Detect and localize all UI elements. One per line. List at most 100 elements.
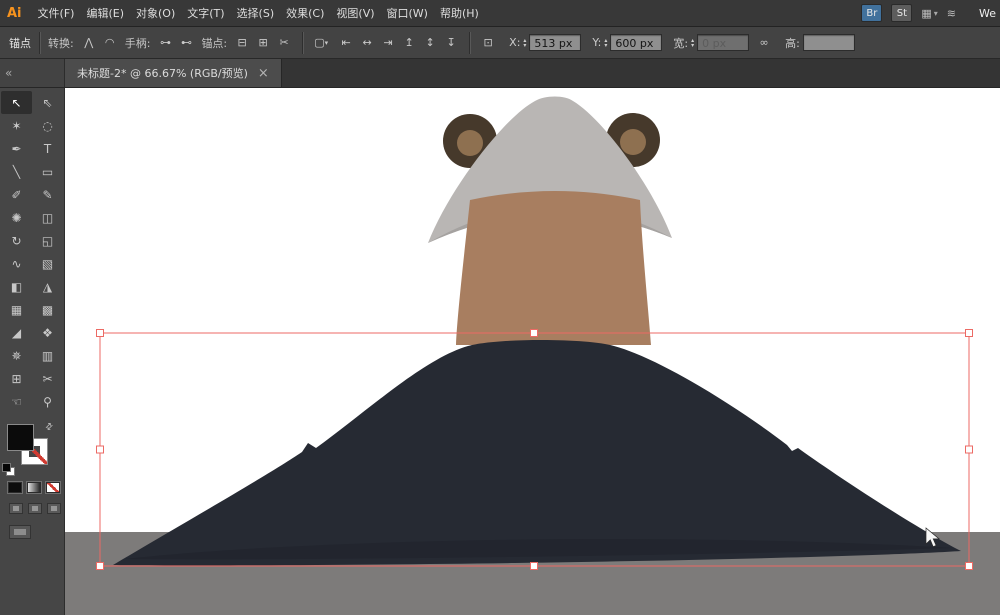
horizontal-align-right-icon[interactable]: ⇥: [378, 33, 398, 53]
tool-glyph: ◮: [43, 280, 52, 294]
slice-tool[interactable]: ✂: [32, 367, 63, 390]
selection-tool[interactable]: ↖: [1, 91, 32, 114]
pencil-tool[interactable]: ✎: [32, 183, 63, 206]
shape-builder-tool[interactable]: ◧: [1, 275, 32, 298]
drawing-mode-buttons: [0, 503, 64, 514]
fill-swatch[interactable]: [7, 424, 34, 451]
free-transform-tool[interactable]: ▧: [32, 252, 63, 275]
scale-tool[interactable]: ◱: [32, 229, 63, 252]
paintbrush-tool[interactable]: ✐: [1, 183, 32, 206]
selection-handle-mid-left[interactable]: [97, 446, 104, 453]
right-ear-inner-shape[interactable]: [620, 129, 646, 155]
selection-handle-top-right[interactable]: [966, 330, 973, 337]
width-tool[interactable]: ∿: [1, 252, 32, 275]
x-stepper[interactable]: ▴▾: [523, 38, 526, 48]
selection-handle-bottom-right[interactable]: [966, 563, 973, 570]
arrange-documents-icon[interactable]: ≋: [947, 7, 956, 20]
menu-item[interactable]: 窗口(W): [381, 0, 434, 27]
menu-item[interactable]: 选择(S): [231, 0, 281, 27]
stepper-down-icon[interactable]: ▾: [523, 43, 526, 48]
chevron-down-icon: ▾: [325, 39, 329, 47]
close-tab-icon[interactable]: ×: [258, 67, 269, 80]
screen-mode-button[interactable]: [9, 525, 31, 539]
blob-brush-tool[interactable]: ✺: [1, 206, 32, 229]
bridge-button[interactable]: Br: [861, 4, 882, 22]
line-segment-tool[interactable]: ╲: [1, 160, 32, 183]
horizontal-align-center-icon[interactable]: ↔: [357, 33, 377, 53]
rotate-tool[interactable]: ↻: [1, 229, 32, 252]
none-button[interactable]: [45, 481, 61, 494]
menu-item[interactable]: 帮助(H): [434, 0, 485, 27]
gradient-button[interactable]: [26, 481, 42, 494]
magic-wand-tool[interactable]: ✶: [1, 114, 32, 137]
menu-item[interactable]: 文字(T): [181, 0, 230, 27]
tool-glyph: ∿: [11, 257, 21, 271]
draw-normal-button[interactable]: [9, 503, 23, 514]
rectangle-tool[interactable]: ▭: [32, 160, 63, 183]
y-label: Y:: [592, 36, 601, 49]
show-handles-icon[interactable]: ⊶: [155, 33, 175, 53]
swap-fill-stroke-icon[interactable]: ⇄: [44, 421, 56, 433]
mesh-tool[interactable]: ▦: [1, 298, 32, 321]
stock-button[interactable]: St: [891, 4, 912, 22]
hand-tool[interactable]: ☜: [1, 390, 32, 413]
separator: [302, 32, 303, 54]
cut-path-icon[interactable]: ✂: [274, 33, 294, 53]
y-stepper[interactable]: ▴▾: [604, 38, 607, 48]
menu-item[interactable]: 视图(V): [330, 0, 380, 27]
workspace-name[interactable]: We: [979, 7, 996, 20]
y-input[interactable]: 600 px: [610, 34, 662, 51]
lasso-tool[interactable]: ◌: [32, 114, 63, 137]
neck-shape[interactable]: [456, 191, 651, 345]
width-input[interactable]: 0 px: [697, 34, 749, 51]
selection-handle-top-left[interactable]: [97, 330, 104, 337]
hide-handles-icon[interactable]: ⊷: [176, 33, 196, 53]
default-fill-stroke-icon[interactable]: [2, 463, 15, 474]
height-input[interactable]: [803, 34, 855, 51]
perspective-grid-tool[interactable]: ◮: [32, 275, 63, 298]
symbol-sprayer-tool[interactable]: ✵: [1, 344, 32, 367]
link-dimensions-icon[interactable]: ∞: [754, 33, 774, 53]
vertical-align-middle-icon[interactable]: ↕: [420, 33, 440, 53]
blend-tool[interactable]: ❖: [32, 321, 63, 344]
isolate-icon[interactable]: ▢▾: [311, 33, 331, 53]
context-label: 锚点: [9, 35, 31, 51]
selection-handle-mid-right[interactable]: [966, 446, 973, 453]
selection-handle-bottom-left[interactable]: [97, 563, 104, 570]
column-graph-tool[interactable]: ▥: [32, 344, 63, 367]
stepper-down-icon[interactable]: ▾: [604, 43, 607, 48]
selection-handle-top-center[interactable]: [531, 330, 538, 337]
draw-inside-button[interactable]: [47, 503, 61, 514]
gradient-tool[interactable]: ▩: [32, 298, 63, 321]
menu-item[interactable]: 文件(F): [32, 0, 81, 27]
collapse-panel-icon[interactable]: «: [5, 66, 12, 80]
vertical-align-top-icon[interactable]: ↥: [399, 33, 419, 53]
delete-anchor-icon[interactable]: ⊟: [232, 33, 252, 53]
selection-handle-bottom-center[interactable]: [531, 563, 538, 570]
menu-item[interactable]: 编辑(E): [80, 0, 130, 27]
menu-item[interactable]: 效果(C): [280, 0, 330, 27]
convert-to-smooth-icon[interactable]: ◠: [100, 33, 120, 53]
workspace-switcher-button[interactable]: ▦ ▾: [921, 7, 937, 20]
draw-behind-button[interactable]: [28, 503, 42, 514]
link-glyph: ∞: [754, 33, 774, 53]
document-tab[interactable]: 未标题-2* @ 66.67% (RGB/预览) ×: [65, 59, 282, 87]
eraser-tool[interactable]: ◫: [32, 206, 63, 229]
color-button[interactable]: [7, 481, 23, 494]
type-tool[interactable]: T: [32, 137, 63, 160]
stepper-down-icon[interactable]: ▾: [691, 43, 694, 48]
vertical-align-bottom-icon[interactable]: ↧: [441, 33, 461, 53]
convert-to-corner-icon[interactable]: ⋀: [79, 33, 99, 53]
direct-selection-tool[interactable]: ⇖: [32, 91, 63, 114]
zoom-tool[interactable]: ⚲: [32, 390, 63, 413]
menu-item[interactable]: 对象(O): [130, 0, 181, 27]
width-stepper[interactable]: ▴▾: [691, 38, 694, 48]
eyedropper-tool[interactable]: ◢: [1, 321, 32, 344]
add-anchor-icon[interactable]: ⊞: [253, 33, 273, 53]
pen-tool[interactable]: ✒: [1, 137, 32, 160]
transform-reference-icon[interactable]: ⊡: [478, 33, 498, 53]
horizontal-align-left-icon[interactable]: ⇤: [336, 33, 356, 53]
x-input[interactable]: 513 px: [529, 34, 581, 51]
left-ear-inner-shape[interactable]: [457, 130, 483, 156]
artboard-tool[interactable]: ⊞: [1, 367, 32, 390]
